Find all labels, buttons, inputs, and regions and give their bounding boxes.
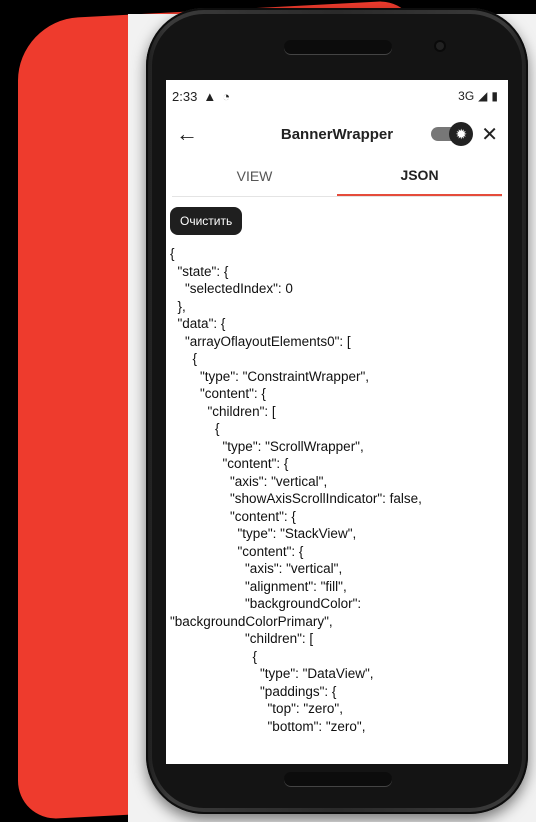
status-bar: 2:33 ▲ ◔ 3G ◢ ▮ bbox=[166, 80, 508, 112]
bottom-speaker bbox=[284, 772, 392, 786]
status-time: 2:33 bbox=[172, 88, 198, 104]
front-camera bbox=[436, 42, 444, 50]
toolbar: ← BannerWrapper ✹ ✕ bbox=[166, 112, 508, 156]
brightness-icon: ✹ bbox=[449, 122, 474, 146]
warning-icon: ▲ bbox=[203, 88, 217, 104]
tab-json[interactable]: JSON bbox=[337, 156, 502, 196]
top-speaker bbox=[284, 40, 392, 54]
sync-icon: ◔ bbox=[222, 88, 231, 104]
tab-bar: VIEW JSON bbox=[172, 156, 502, 197]
phone-screen: 2:33 ▲ ◔ 3G ◢ ▮ ← BannerWrapper ✹ ✕ VIEW… bbox=[166, 80, 508, 764]
signal-icon: ◢ bbox=[478, 89, 488, 103]
battery-icon: ▮ bbox=[491, 89, 498, 103]
tools-icon[interactable]: ✕ bbox=[481, 122, 498, 147]
back-arrow-icon[interactable]: ← bbox=[176, 121, 204, 147]
theme-toggle[interactable]: ✹ bbox=[431, 122, 474, 146]
json-content: { "state": { "selectedIndex": 0 }, "data… bbox=[170, 246, 422, 734]
phone-frame: 2:33 ▲ ◔ 3G ◢ ▮ ← BannerWrapper ✹ ✕ VIEW… bbox=[146, 8, 528, 814]
clear-button[interactable]: Очистить bbox=[170, 207, 243, 235]
tab-view[interactable]: VIEW bbox=[172, 156, 337, 196]
network-type: 3G bbox=[458, 89, 475, 103]
